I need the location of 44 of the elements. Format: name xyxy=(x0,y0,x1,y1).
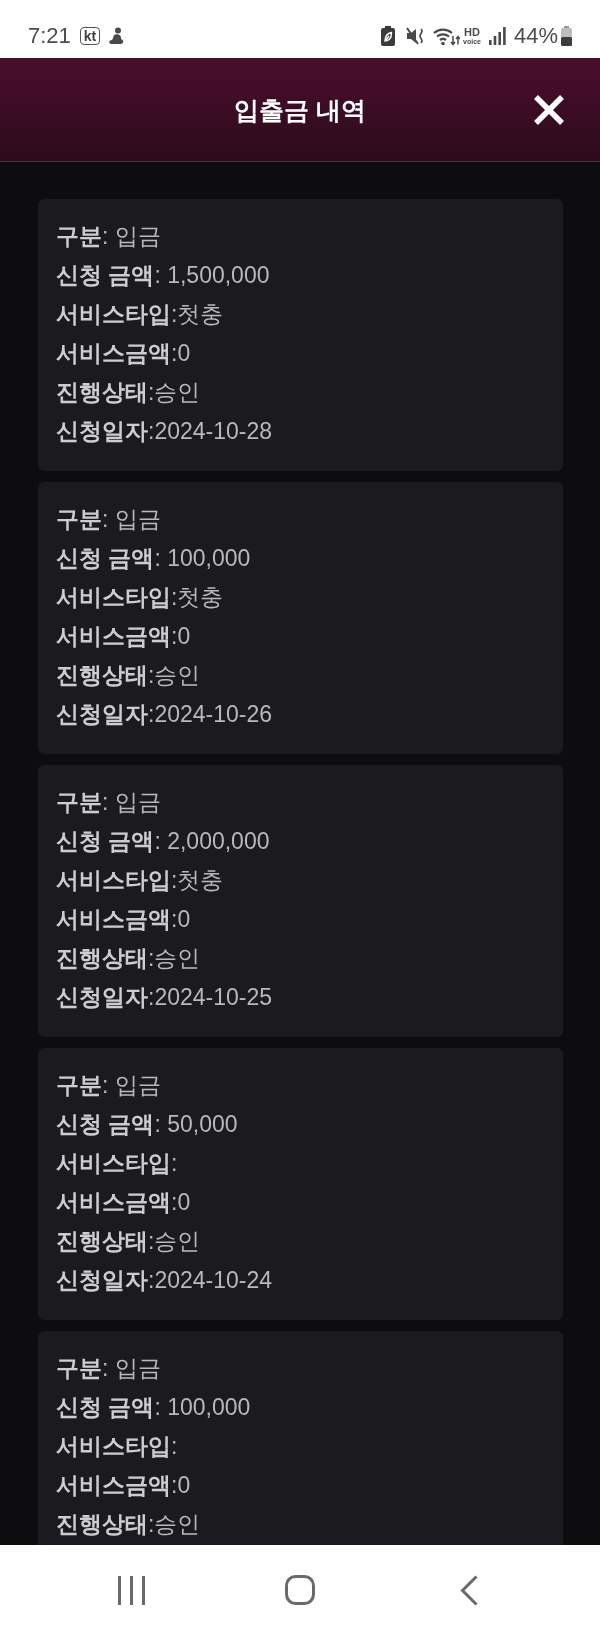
carrier-logo: kt xyxy=(79,27,101,45)
wifi-icon xyxy=(433,26,461,46)
record-field-text: 서비스금액:0 xyxy=(56,905,192,934)
status-time: 7:21 xyxy=(28,23,71,49)
recent-apps-icon xyxy=(117,1575,145,1605)
record-field-text: 신청 금액: 50,000 xyxy=(56,1110,239,1139)
record-field-text: 신청 금액: 100,000 xyxy=(56,1393,252,1422)
record-field-text: 신청일자:2024-10-26 xyxy=(56,700,274,729)
record-field-text: 서비스금액:0 xyxy=(56,339,192,368)
record-field-text: 신청일자:2024-10-25 xyxy=(56,983,274,1012)
mute-icon xyxy=(406,26,426,46)
back-icon xyxy=(460,1574,478,1606)
record-field-text: 신청일자:2024-10-24 xyxy=(56,1266,274,1295)
hd-label: HD xyxy=(464,26,480,38)
record-field-text: 구분: 입금 xyxy=(56,1071,162,1100)
record-field-text: 구분: 입금 xyxy=(56,222,162,251)
record-field-text: 서비스타입: xyxy=(56,1432,179,1461)
record-field-text: 서비스금액:0 xyxy=(56,1188,192,1217)
record-field-text: 신청일자:2024-10-28 xyxy=(56,417,274,446)
record-field-text: 진행상태:승인 xyxy=(56,661,202,690)
record-field-text: 서비스타입:첫충 xyxy=(56,866,225,895)
close-icon xyxy=(533,93,565,126)
battery-percent: 44% xyxy=(513,23,558,49)
record-field-text: 신청 금액: 1,500,000 xyxy=(56,261,271,290)
record-field-text: 구분: 입금 xyxy=(56,1354,162,1383)
home-icon xyxy=(285,1575,315,1605)
record-field-text: 서비스타입:첫충 xyxy=(56,300,225,329)
record-field-text: 진행상태:승인 xyxy=(56,944,202,973)
figure-icon xyxy=(108,27,126,45)
record-field-text: 진행상태:승인 xyxy=(56,1510,202,1539)
signal-icon xyxy=(488,27,506,45)
record-field-text: 서비스타입: xyxy=(56,1149,179,1178)
header-title: 입출금 내역 xyxy=(234,94,366,126)
record-field-text: 서비스타입:첫충 xyxy=(56,583,225,612)
record-field-text: 신청 금액: 100,000 xyxy=(56,544,252,573)
record-field-text: 진행상태:승인 xyxy=(56,1227,202,1256)
record-field-text: 신청 금액: 2,000,000 xyxy=(56,827,271,856)
battery-icon xyxy=(561,26,572,46)
record-field-text: 진행상태:승인 xyxy=(56,378,202,407)
record-field-text: 서비스금액:0 xyxy=(56,1471,192,1500)
record-field-text: 구분: 입금 xyxy=(56,505,162,534)
battery-leaf-icon xyxy=(381,26,396,46)
record-field-text: 구분: 입금 xyxy=(56,788,162,817)
record-field-text: 서비스금액:0 xyxy=(56,622,192,651)
